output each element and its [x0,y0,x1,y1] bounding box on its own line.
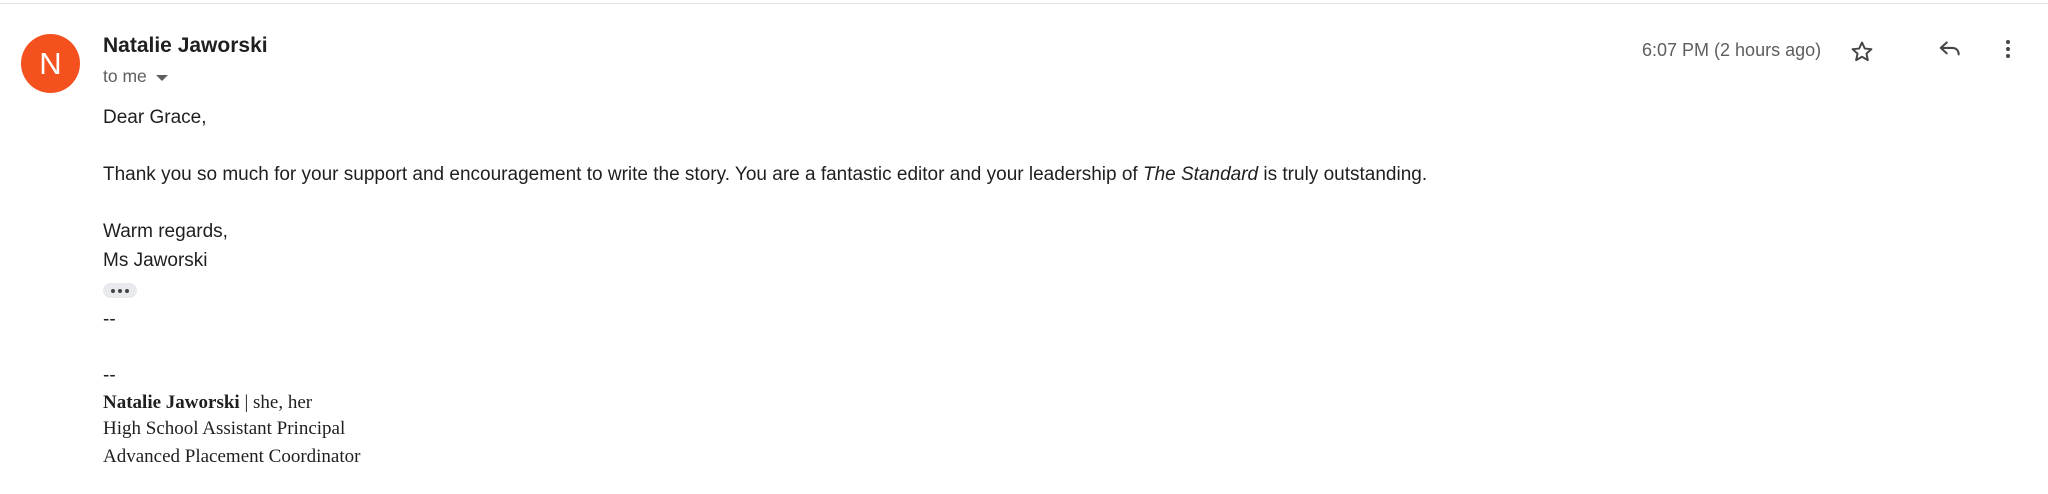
ellipsis-dot [118,288,122,293]
more-options-button[interactable] [1988,29,2028,69]
recipient-label: to me [103,66,147,86]
star-outline-icon [1851,41,1873,62]
star-button[interactable] [1842,32,1882,72]
avatar-letter: N [39,45,62,81]
header-divider [0,3,2048,4]
signature-name-line: Natalie Jaworski | she, her [103,392,312,414]
reply-button[interactable] [1930,29,1970,69]
message-greeting: Dear Grace, [103,107,207,128]
more-vertical-icon [2006,40,2010,58]
signature-title: High School Assistant Principal [103,418,346,439]
message-signoff: Warm regards, [103,221,228,242]
reply-icon [1939,41,1960,56]
show-trimmed-content-button[interactable] [103,283,137,298]
ellipsis-dot [111,288,115,293]
separator-line: -- [103,309,116,330]
signature-role: Advanced Placement Coordinator [103,446,361,467]
message-paragraph: Thank you so much for your support and e… [103,164,1427,186]
message-paragraph-end: is truly outstanding. [1258,164,1428,185]
message-signoff-name: Ms Jaworski [103,250,208,271]
recipient-details-toggle[interactable]: to me [103,66,168,87]
avatar[interactable]: N [21,34,80,93]
message-paragraph-start: Thank you so much for your support and e… [103,164,1143,185]
chevron-down-icon[interactable] [155,74,168,81]
signature-separator: -- [103,365,116,386]
signature-pronouns: | she, her [239,392,313,413]
ellipsis-dot [125,288,129,293]
signature-name: Natalie Jaworski [103,392,240,413]
message-timestamp: 6:07 PM (2 hours ago) [1642,40,1822,60]
sender-name[interactable]: Natalie Jaworski [103,34,268,58]
publication-title: The Standard [1142,164,1259,185]
